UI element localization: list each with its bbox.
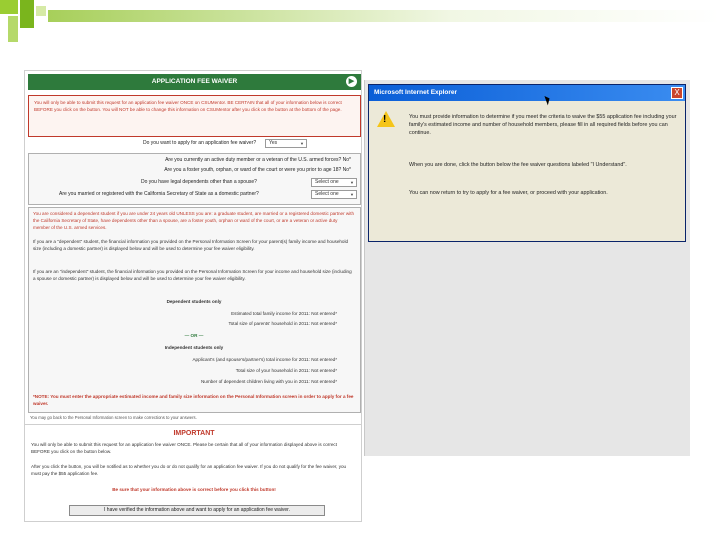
warning-box: You will only be able to submit this req… <box>28 95 361 137</box>
verify-apply-button[interactable]: I have verified the information above an… <box>69 505 325 516</box>
independent-income: Applicant's (and spouse's/partner's) tot… <box>192 357 337 362</box>
slide-decoration <box>8 16 18 42</box>
important-line-2: After you click the button, you will be … <box>31 464 347 476</box>
ie-alert-dialog: Microsoft Internet Explorer X ! You must… <box>368 84 686 242</box>
important-line-3: Be sure that your information above is c… <box>112 487 276 492</box>
married-question: Are you married or registered with the C… <box>59 191 259 197</box>
dependent-section-title: Dependent students only <box>166 299 222 304</box>
slide-decoration <box>0 0 18 14</box>
apply-select[interactable]: Yes <box>265 139 307 148</box>
or-divider: — OR — <box>184 333 204 338</box>
slide-header-bar <box>48 10 720 22</box>
important-panel: IMPORTANT You will only be able to submi… <box>24 424 362 522</box>
important-title: IMPORTANT <box>173 430 215 437</box>
form-title: APPLICATION FEE WAIVER <box>151 78 238 85</box>
slide-decoration <box>36 6 46 16</box>
foster-question: Are you a foster youth, orphan, or ward … <box>164 167 351 173</box>
warning-exclamation: ! <box>383 114 387 125</box>
dialog-text-3: You can now return to try to apply for a… <box>409 190 608 196</box>
independent-household: Total size of your household in 2011: No… <box>235 368 337 373</box>
apply-question: Do you want to apply for an application … <box>143 140 257 146</box>
dependent-definition: You are considered a dependent student i… <box>33 211 355 230</box>
must-enter-note: *NOTE: You must enter the appropriate es… <box>33 394 354 406</box>
dialog-text-1: You must provide information to determin… <box>409 114 677 136</box>
form-header: APPLICATION FEE WAIVER ▶ <box>28 74 361 90</box>
questions-box: Are you currently an active duty member … <box>28 153 361 205</box>
dependent-income: Estimated total family income for 2011: … <box>231 311 337 316</box>
dependents-question: Do you have legal dependents other than … <box>141 179 257 185</box>
financial-info-box: You are considered a dependent student i… <box>28 207 361 413</box>
independent-note: If you are an "independent" student, the… <box>33 269 352 281</box>
dependent-household: Total size of parents' household in 2011… <box>228 321 337 326</box>
independent-children: Number of dependent children living with… <box>200 379 337 384</box>
married-select[interactable]: Select one <box>311 190 357 199</box>
dependent-note: If you are a "dependent" student, the fi… <box>33 239 349 251</box>
dialog-text-2: When you are done, click the button belo… <box>409 162 627 168</box>
close-icon[interactable]: X <box>671 87 683 99</box>
important-line-1: You will only be able to submit this req… <box>31 442 337 454</box>
armed-forces-question: Are you currently an active duty member … <box>165 157 351 163</box>
slide-decoration <box>20 0 34 28</box>
next-arrow-icon[interactable]: ▶ <box>346 76 357 87</box>
independent-section-title: Independent students only <box>164 345 224 350</box>
dialog-title: Microsoft Internet Explorer <box>369 85 685 101</box>
go-back-note: You may go back to the Personal Informat… <box>30 415 197 420</box>
dependents-select[interactable]: Select one <box>311 178 357 187</box>
